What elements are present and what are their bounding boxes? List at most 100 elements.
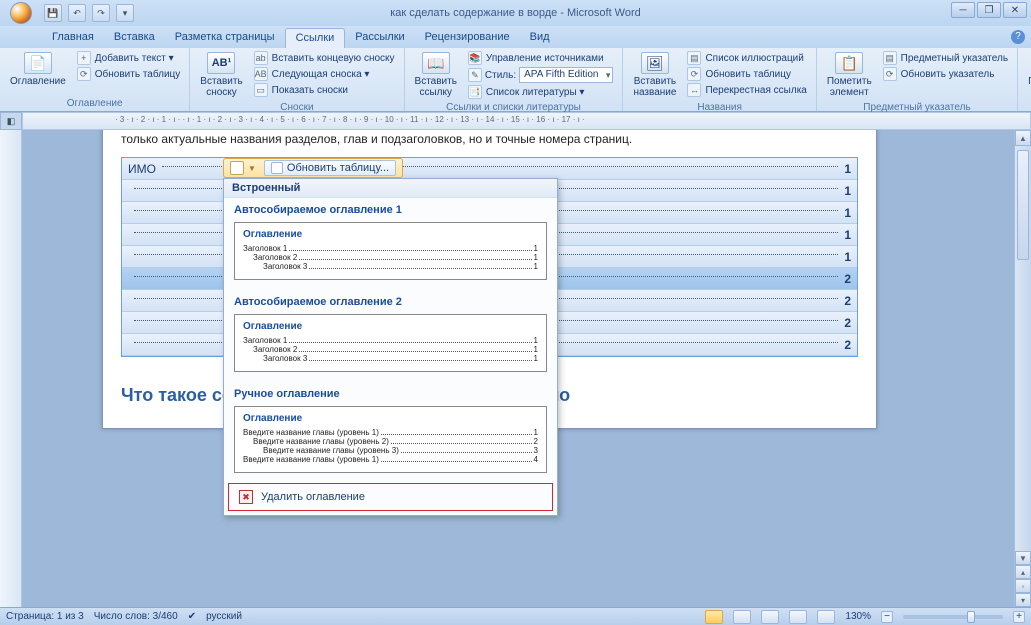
update-table-button[interactable]: ⟳Обновить таблицу xyxy=(74,66,184,82)
view-full-screen[interactable] xyxy=(733,610,751,624)
ribbon-tabs: ГлавнаяВставкаРазметка страницыСсылкиРас… xyxy=(0,26,1031,48)
status-words[interactable]: Число слов: 3/460 xyxy=(94,611,178,622)
view-web-layout[interactable] xyxy=(761,610,779,624)
help-icon[interactable]: ? xyxy=(1011,30,1025,44)
insert-caption-button[interactable]: 🖼 Вставить название xyxy=(629,50,680,100)
update-captions-button[interactable]: ⟳Обновить таблицу xyxy=(684,66,809,82)
insert-citation-button[interactable]: 📖 Вставить ссылку xyxy=(411,50,461,100)
toc-icon: 📄 xyxy=(24,52,52,74)
tab-4[interactable]: Рассылки xyxy=(345,28,414,48)
zoom-out-button[interactable]: − xyxy=(881,611,893,623)
gallery-item-preview[interactable]: ОглавлениеЗаголовок 11Заголовок 21Заголо… xyxy=(234,222,547,280)
tab-6[interactable]: Вид xyxy=(520,28,560,48)
prev-page-button[interactable]: ▴ xyxy=(1015,565,1031,579)
scroll-down-button[interactable]: ▼ xyxy=(1015,551,1031,565)
window-minimize[interactable]: ─ xyxy=(951,2,975,18)
citation-icon: 📖 xyxy=(422,52,450,74)
caption-icon: 🖼 xyxy=(641,52,669,74)
update-toc-button[interactable]: Обновить таблицу... xyxy=(264,160,396,176)
qat-redo[interactable]: ↷ xyxy=(92,4,110,22)
vertical-scrollbar[interactable]: ▲ ▼ ▴ ◦ ▾ xyxy=(1014,130,1031,607)
refresh-icon: ⟳ xyxy=(687,67,701,81)
gallery-item-preview[interactable]: ОглавлениеВведите название главы (уровен… xyxy=(234,406,547,473)
qat-save[interactable]: 💾 xyxy=(44,4,62,22)
window-restore[interactable]: ❐ xyxy=(977,2,1001,18)
refresh-icon: ⟳ xyxy=(883,67,897,81)
insert-footnote-button[interactable]: AB¹ Вставить сноску xyxy=(196,50,246,100)
index-button[interactable]: ▤Предметный указатель xyxy=(880,50,1011,66)
refresh-icon xyxy=(271,162,283,174)
crossref-icon: ↔ xyxy=(687,83,701,97)
zoom-knob[interactable] xyxy=(967,611,975,623)
show-icon: ▭ xyxy=(254,83,268,97)
quick-access-toolbar: 💾 ↶ ↷ ▾ xyxy=(44,4,134,22)
browse-object-button[interactable]: ◦ xyxy=(1015,579,1031,593)
view-print-layout[interactable] xyxy=(705,610,723,624)
cross-ref-button[interactable]: ↔Перекрестная ссылка xyxy=(684,82,809,98)
tab-1[interactable]: Вставка xyxy=(104,28,165,48)
status-proofing-icon[interactable]: ✔ xyxy=(188,611,196,622)
qat-customize[interactable]: ▾ xyxy=(116,4,134,22)
horizontal-ruler[interactable]: · 3 · ı · 2 · ı · 1 · ı · · ı · 1 · ı · … xyxy=(22,112,1031,130)
window-title: как сделать содержание в ворде - Microso… xyxy=(0,7,1031,19)
refresh-icon: ⟳ xyxy=(77,67,91,81)
sources-icon: 📚 xyxy=(468,51,482,65)
figures-list-button[interactable]: ▤Список иллюстраций xyxy=(684,50,809,66)
add-text-button[interactable]: +Добавить текст ▾ xyxy=(74,50,184,66)
office-orb-icon xyxy=(10,2,32,24)
biblio-icon: 📑 xyxy=(468,85,482,99)
scroll-thumb[interactable] xyxy=(1017,150,1029,260)
mark-entry-button[interactable]: 📋 Пометить элемент xyxy=(823,50,876,100)
group-citations: 📖 Вставить ссылку 📚Управление источникам… xyxy=(405,48,624,111)
next-page-button[interactable]: ▾ xyxy=(1015,593,1031,607)
group-captions: 🖼 Вставить название ▤Список иллюстраций … xyxy=(623,48,816,111)
citation-style-combo[interactable]: ✎ Стиль: APA Fifth Edition xyxy=(465,66,617,84)
office-button[interactable] xyxy=(4,0,38,26)
chevron-down-icon: ▼ xyxy=(248,164,256,173)
ruler-corner[interactable]: ◧ xyxy=(0,112,22,130)
gallery-item-title[interactable]: Автособираемое оглавление 1 xyxy=(224,198,557,220)
gallery-item-title[interactable]: Ручное оглавление xyxy=(224,382,557,404)
tab-2[interactable]: Разметка страницы xyxy=(165,28,285,48)
window-close[interactable]: ✕ xyxy=(1003,2,1027,18)
zoom-level[interactable]: 130% xyxy=(845,611,871,622)
body-paragraph[interactable]: только актуальные названия разделов, гла… xyxy=(121,131,858,147)
status-language[interactable]: русский xyxy=(206,611,242,622)
mark-citation-button[interactable]: 📄 Пометить ссылку xyxy=(1024,50,1031,100)
tab-0[interactable]: Главная xyxy=(42,28,104,48)
vertical-ruler[interactable] xyxy=(0,130,22,607)
tab-5[interactable]: Рецензирование xyxy=(415,28,520,48)
next-footnote-button[interactable]: ABСледующая сноска ▾ xyxy=(251,66,398,82)
view-outline[interactable] xyxy=(789,610,807,624)
delete-icon: ✖ xyxy=(239,490,253,504)
scroll-up-button[interactable]: ▲ xyxy=(1015,130,1031,146)
ruler-row: ◧ · 3 · ı · 2 · ı · 1 · ı · · ı · 1 · ı … xyxy=(0,112,1031,130)
qat-undo[interactable]: ↶ xyxy=(68,4,86,22)
gallery-item-preview[interactable]: ОглавлениеЗаголовок 11Заголовок 21Заголо… xyxy=(234,314,547,372)
gallery-item-title[interactable]: Автособираемое оглавление 2 xyxy=(224,290,557,312)
next-icon: AB xyxy=(254,67,268,81)
mark-icon: 📋 xyxy=(835,52,863,74)
show-footnotes-button[interactable]: ▭Показать сноски xyxy=(251,82,398,98)
ribbon: 📄 Оглавление +Добавить текст ▾ ⟳Обновить… xyxy=(0,48,1031,112)
manage-sources-button[interactable]: 📚Управление источниками xyxy=(465,50,617,66)
style-value[interactable]: APA Fifth Edition xyxy=(519,67,613,83)
view-draft[interactable] xyxy=(817,610,835,624)
bibliography-button[interactable]: 📑Список литературы ▾ xyxy=(465,84,617,100)
remove-toc-item[interactable]: ✖ Удалить оглавление xyxy=(228,483,553,511)
plus-icon: + xyxy=(77,51,91,65)
toc-button[interactable]: 📄 Оглавление xyxy=(6,50,70,89)
tab-3[interactable]: Ссылки xyxy=(285,28,346,48)
insert-endnote-button[interactable]: abВставить концевую сноску xyxy=(251,50,398,66)
toc-control-handle[interactable]: ▼ Обновить таблицу... xyxy=(223,158,403,178)
toc-handle-icon xyxy=(230,161,244,175)
status-page[interactable]: Страница: 1 из 3 xyxy=(6,611,84,622)
group-footnotes: AB¹ Вставить сноску abВставить концевую … xyxy=(190,48,404,111)
status-bar: Страница: 1 из 3 Число слов: 3/460 ✔ рус… xyxy=(0,607,1031,625)
zoom-in-button[interactable]: + xyxy=(1013,611,1025,623)
update-index-button[interactable]: ⟳Обновить указатель xyxy=(880,66,1011,82)
footnote-icon: AB¹ xyxy=(207,52,235,74)
zoom-slider[interactable] xyxy=(903,615,1003,619)
style-icon: ✎ xyxy=(468,68,482,82)
toc-gallery: Встроенный Автособираемое оглавление 1Ог… xyxy=(223,178,558,516)
